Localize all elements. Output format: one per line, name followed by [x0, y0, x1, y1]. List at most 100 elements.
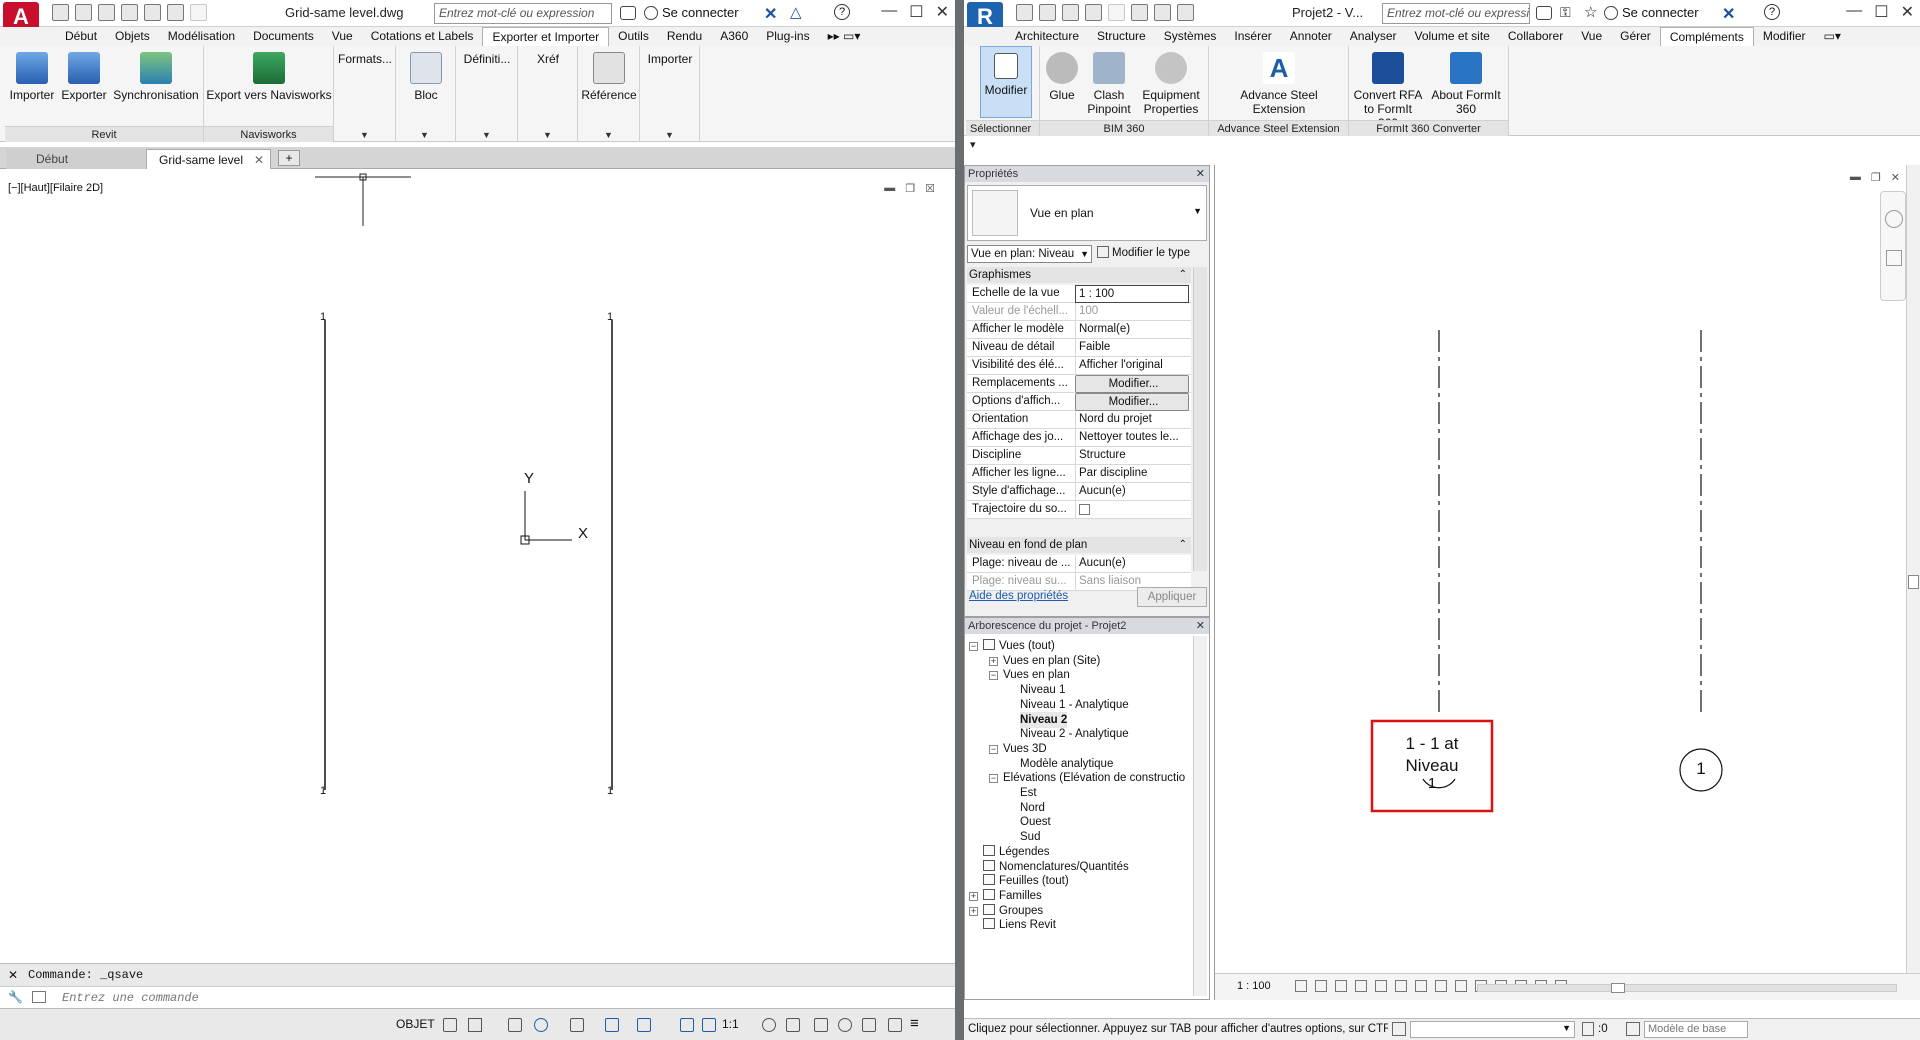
about-formit-button[interactable]: About FormIt 360: [1425, 52, 1507, 116]
clean-screen-icon[interactable]: [888, 1018, 902, 1032]
tab-volume-site[interactable]: Volume et site: [1405, 27, 1498, 46]
tree-item[interactable]: Niveau 2 - Analytique: [1020, 726, 1129, 742]
tree-item[interactable]: Elévations (Elévation de constructio: [1003, 770, 1185, 786]
command-input[interactable]: Entrez une commande: [0, 986, 955, 1009]
hardware-acceleration-icon[interactable]: [862, 1018, 876, 1032]
tree-item[interactable]: Est: [1020, 785, 1037, 801]
design-options-select[interactable]: ▼: [1410, 1021, 1575, 1038]
close-icon[interactable]: ✕: [1901, 2, 1914, 22]
tree-item[interactable]: Ouest: [1020, 814, 1051, 830]
revit-drawing-area[interactable]: ▬ ❐ ✕ 1 - 1 at Niveau 1 1 1 : 100: [1214, 165, 1920, 1000]
expand-icon[interactable]: +: [989, 656, 998, 666]
tab-rendu[interactable]: Rendu: [658, 27, 711, 46]
tree-item[interactable]: Niveau 1: [1020, 682, 1065, 698]
property-value[interactable]: Faible: [1075, 339, 1189, 357]
tab-overflow-icon[interactable]: ▸▸ ▭▾: [819, 27, 870, 46]
tab-architecture[interactable]: Architecture: [1006, 27, 1088, 46]
redo-icon[interactable]: [1108, 4, 1125, 21]
tab-a360[interactable]: A360: [711, 27, 757, 46]
help-icon[interactable]: ?: [834, 4, 850, 20]
xref-button[interactable]: Xréf: [520, 52, 576, 66]
close-command-icon[interactable]: ✕: [8, 968, 18, 982]
text-icon[interactable]: [1177, 4, 1194, 21]
revit-sync-button[interactable]: Synchronisation: [111, 52, 201, 102]
tab-cotations[interactable]: Cotations et Labels: [362, 27, 483, 46]
tab-systemes[interactable]: Systèmes: [1155, 27, 1226, 46]
property-row[interactable]: Niveau de détail Faible: [967, 339, 1191, 357]
worksets-icon[interactable]: [1392, 1022, 1406, 1036]
bloc-button[interactable]: Bloc: [400, 52, 452, 102]
save-icon[interactable]: [98, 4, 115, 21]
command-prompt-icon[interactable]: [32, 991, 46, 1003]
tree-item[interactable]: Sud: [1020, 829, 1040, 845]
tree-item[interactable]: Liens Revit: [983, 917, 1056, 933]
tab-modifier[interactable]: Modifier: [1754, 27, 1815, 46]
measure-icon[interactable]: [1154, 4, 1171, 21]
scroll-thumb[interactable]: [1611, 983, 1625, 993]
binoculars-icon[interactable]: [1536, 6, 1552, 20]
property-row[interactable]: Echelle de la vue 1 : 100: [967, 285, 1191, 303]
chevron-down-icon[interactable]: ▼: [1080, 246, 1089, 262]
polar-tracking-icon[interactable]: [534, 1018, 548, 1032]
tree-item[interactable]: Feuilles (tout): [983, 873, 1069, 889]
scroll-thumb[interactable]: [1908, 575, 1919, 589]
collapse-icon[interactable]: ⌃: [1179, 267, 1187, 283]
workspace-icon[interactable]: [814, 1018, 828, 1032]
close-icon[interactable]: ✕: [1196, 166, 1205, 182]
tab-inserer[interactable]: Insérer: [1225, 27, 1280, 46]
chevron-down-icon[interactable]: ▼: [1562, 1023, 1571, 1033]
reference-button[interactable]: Référence: [580, 52, 638, 102]
subscription-icon[interactable]: ⚿: [1560, 4, 1571, 21]
property-value[interactable]: Normal(e): [1075, 321, 1189, 339]
chevron-down-icon[interactable]: ▼: [420, 130, 429, 140]
property-row[interactable]: Affichage des jo... Nettoyer toutes le...: [967, 429, 1191, 447]
tab-exporter-importer[interactable]: Exporter et Importer: [482, 27, 610, 46]
autodesk-a360-icon[interactable]: △: [790, 3, 802, 21]
view-scale[interactable]: 1 : 100: [1237, 980, 1271, 992]
revit-search-input[interactable]: Entrez mot-clé ou expression: [1382, 3, 1530, 24]
collapse-icon[interactable]: ⌃: [1179, 537, 1187, 553]
tab-documents[interactable]: Documents: [244, 27, 323, 46]
customization-menu-icon[interactable]: ≡: [910, 1015, 919, 1032]
tab-outils[interactable]: Outils: [609, 27, 658, 46]
property-row[interactable]: Afficher le modèle Normal(e): [967, 321, 1191, 339]
convert-rfa-button[interactable]: Convert RFAto FormIt 360: [1353, 52, 1423, 130]
tab-collaborer[interactable]: Collaborer: [1499, 27, 1572, 46]
horizontal-scrollbar[interactable]: [1477, 983, 1897, 993]
acad-sign-in[interactable]: Se connecter: [662, 5, 739, 20]
importer-button[interactable]: Importer: [642, 52, 698, 66]
tree-item[interactable]: Groupes: [983, 903, 1043, 919]
visual-style-icon[interactable]: [1315, 980, 1327, 992]
property-row[interactable]: Discipline Structure: [967, 447, 1191, 465]
property-row[interactable]: Visibilité des élé... Afficher l'original: [967, 357, 1191, 375]
grid-toggle-icon[interactable]: [443, 1018, 457, 1032]
clash-pinpoint-button[interactable]: Clash Pinpoint: [1084, 52, 1134, 116]
property-value[interactable]: 1 : 100: [1075, 285, 1189, 303]
crop-view-icon[interactable]: [1395, 980, 1407, 992]
tree-item[interactable]: Niveau 2: [1020, 711, 1068, 728]
sync-icon[interactable]: [1062, 4, 1079, 21]
new-tab-button[interactable]: +: [278, 150, 300, 166]
print-icon[interactable]: [144, 4, 161, 21]
render-icon[interactable]: [1375, 980, 1387, 992]
revit-import-button[interactable]: Importer: [8, 52, 56, 102]
help-icon[interactable]: ?: [1764, 4, 1780, 20]
close-tab-icon[interactable]: ✕: [254, 152, 264, 168]
maximize-icon[interactable]: ☐: [909, 2, 923, 22]
sun-path-icon[interactable]: [1335, 980, 1347, 992]
property-row[interactable]: Valeur de l'échell... 100: [967, 303, 1191, 321]
tree-item[interactable]: Modèle analytique: [1020, 756, 1113, 772]
tab-objets[interactable]: Objets: [106, 27, 159, 46]
type-selector[interactable]: Vue en plan ▼: [967, 185, 1207, 241]
tab-analyser[interactable]: Analyser: [1341, 27, 1406, 46]
wrench-icon[interactable]: 🔧: [8, 990, 23, 1004]
tree-item[interactable]: Légendes: [983, 844, 1050, 860]
property-row[interactable]: Style d'affichage... Aucun(e): [967, 483, 1191, 501]
main-model-select[interactable]: Modèle de base: [1644, 1021, 1748, 1038]
favorites-icon[interactable]: ☆: [1584, 3, 1597, 21]
collapse-icon[interactable]: −: [989, 774, 998, 784]
tab-annoter[interactable]: Annoter: [1281, 27, 1341, 46]
property-row[interactable]: Orientation Nord du projet: [967, 411, 1191, 429]
open-icon[interactable]: [1016, 4, 1033, 21]
detail-level-icon[interactable]: [1295, 980, 1307, 992]
